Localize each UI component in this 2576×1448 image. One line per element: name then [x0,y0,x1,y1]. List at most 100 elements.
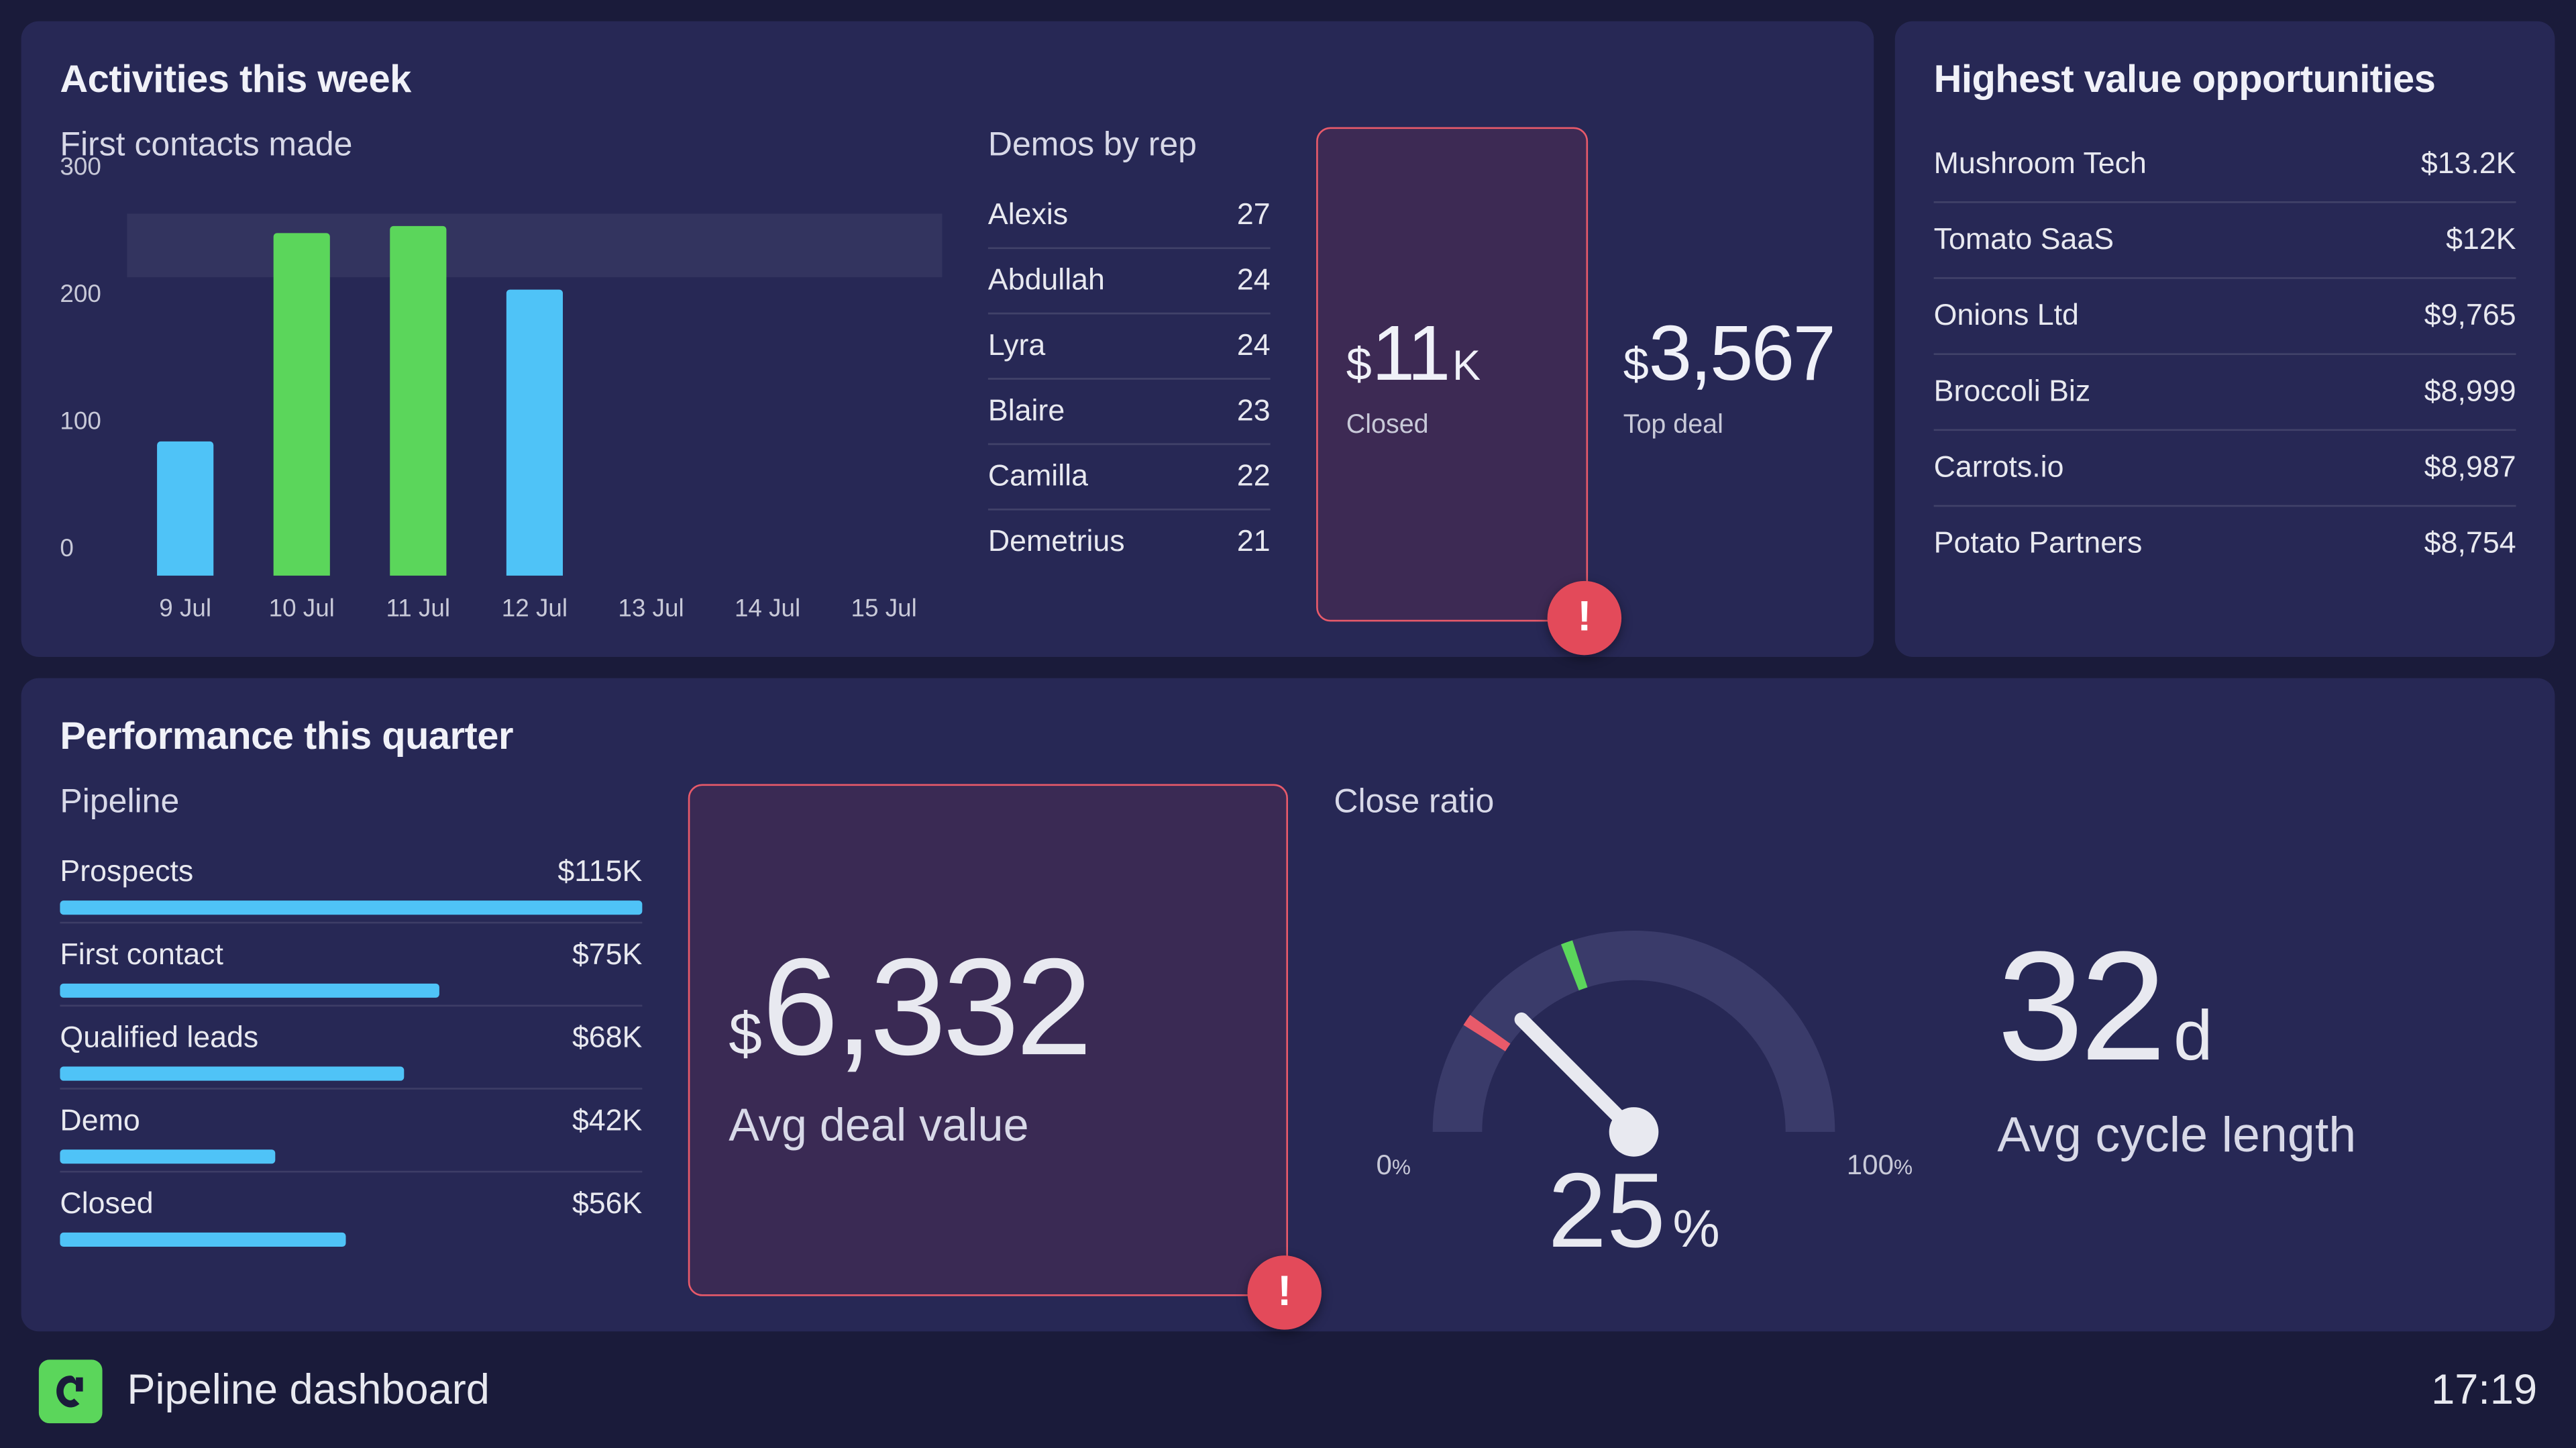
gauge-max: 100 [1847,1151,1894,1182]
cycle-value: 32 [1997,917,2163,1096]
pipeline-value: $115K [557,855,642,890]
opportunity-value: $9,765 [2424,299,2516,334]
opportunity-name: Onions Ltd [1934,299,2079,334]
pipeline-stage: Demo [60,1104,140,1139]
bar-slot [826,194,943,575]
pipeline-stage: Prospects [60,855,193,890]
demos-title: Demos by rep [988,127,1271,166]
demo-name: Abdullah [988,263,1105,299]
x-tick: 9 Jul [127,593,244,621]
footer-title: Pipeline dashboard [127,1367,489,1416]
pipeline-stage: First contact [60,937,223,973]
footer-clock: 17:19 [2431,1367,2537,1416]
pipeline-bar [60,984,438,998]
avg-deal-value: 6,332 [762,927,1089,1088]
x-tick: 11 Jul [360,593,477,621]
opportunities-panel: Highest value opportunities Mushroom Tec… [1895,21,2555,657]
top-deal-prefix: $ [1623,336,1649,391]
performance-title: Performance this quarter [60,713,2516,759]
demo-name: Blaire [988,394,1065,429]
opportunity-row: Tomato SaaS $12K [1934,203,2516,279]
opportunity-name: Carrots.io [1934,450,2064,486]
first-contacts-chart: First contacts made 0 100 200 300 9 Jul10 J… [60,127,942,621]
top-deal-kpi: $ 3,567 Top deal [1623,127,1835,621]
closed-kpi-card: $ 11 K Closed ! [1316,127,1588,621]
close-ratio-title: Close ratio [1334,784,1933,823]
demo-row: Blaire23 [988,380,1271,445]
avg-deal-prefix: $ [729,1001,762,1070]
opportunities-title: Highest value opportunities [1934,56,2516,102]
demo-row: Lyra24 [988,314,1271,379]
close-ratio-value: 25 [1548,1149,1666,1271]
cycle-length-col: 32 d Avg cycle length [1980,784,2516,1296]
demo-count: 21 [1237,525,1271,560]
cycle-label: Avg cycle length [1997,1107,2516,1163]
demo-name: Lyra [988,328,1045,364]
bar [274,232,330,576]
pipeline-title: Pipeline [60,784,642,823]
bar [157,442,213,576]
y-tick: 100 [60,406,101,434]
bar-slot [476,194,593,575]
opportunity-name: Mushroom Tech [1934,146,2147,182]
pipeline-row: Prospects $115K [60,841,642,922]
pipeline-row: Closed$56K [60,1171,642,1254]
close-ratio-gauge [1387,866,1880,1166]
y-tick: 300 [60,152,101,180]
x-tick: 13 Jul [593,593,710,621]
closed-kpi-label: Closed [1346,409,1558,439]
close-ratio-suffix: % [1672,1200,1719,1259]
pipeline-bar [60,1149,275,1163]
cycle-unit: d [2174,998,2213,1077]
avg-deal-card: $ 6,332 Avg deal value ! [688,784,1288,1296]
opportunity-value: $12K [2446,223,2516,258]
demo-name: Alexis [988,198,1068,234]
demo-row: Abdullah 24 [988,249,1271,314]
pipeline-bar [60,900,642,915]
activities-title: Activities this week [60,56,1835,102]
pipeline-stage: Closed [60,1187,153,1223]
alert-icon[interactable]: ! [1248,1255,1322,1330]
bar [506,290,563,576]
bar-slot [593,194,710,575]
gauge-min: 0 [1377,1151,1392,1182]
pipeline-col: Pipeline Prospects$115KFirst contact$75K… [60,784,642,1296]
demo-name: Camilla [988,459,1088,495]
x-tick: 12 Jul [476,593,593,621]
bar-slot [709,194,826,575]
app-logo-icon [39,1359,103,1423]
opportunity-name: Tomato SaaS [1934,223,2114,258]
pipeline-value: $68K [572,1021,642,1056]
top-deal-label: Top deal [1623,409,1835,439]
y-tick: 0 [60,533,74,562]
closed-kpi-value: 11 [1372,310,1449,399]
alert-icon[interactable]: ! [1548,581,1621,656]
demo-name: Demetrius [988,525,1125,560]
footer: Pipeline dashboard 17:19 [21,1353,2555,1427]
demo-row: Alexis 27 [988,184,1271,249]
bar-slot [360,194,477,575]
demo-count: 22 [1237,459,1271,495]
x-tick: 15 Jul [826,593,943,621]
y-tick: 200 [60,279,101,307]
closed-kpi-prefix: $ [1346,336,1372,391]
opportunity-row: Onions Ltd $9,765 [1934,279,2516,355]
top-deal-value: 3,567 [1649,310,1834,399]
x-tick: 14 Jul [709,593,826,621]
demo-count: 24 [1237,263,1271,299]
demo-count: 27 [1237,198,1271,234]
opportunity-name: Potato Partners [1934,526,2143,562]
activities-panel: Activities this week First contacts made… [21,21,1874,657]
opportunity-row: Broccoli Biz $8,999 [1934,355,2516,431]
opportunity-row: Potato Partners $8,754 [1934,507,2516,581]
opportunity-name: Broccoli Biz [1934,374,2091,410]
performance-panel: Performance this quarter Pipeline Prospe… [21,678,2555,1332]
demos-by-rep: Demos by rep Alexis27Abdullah24Lyra24Bla… [988,127,1271,621]
opportunity-value: $8,999 [2424,374,2516,410]
first-contacts-title: First contacts made [60,127,942,166]
opportunity-value: $8,754 [2424,526,2516,562]
bar-slot [127,194,244,575]
pipeline-stage: Qualified leads [60,1021,258,1056]
pipeline-value: $42K [572,1104,642,1139]
x-tick: 10 Jul [244,593,360,621]
